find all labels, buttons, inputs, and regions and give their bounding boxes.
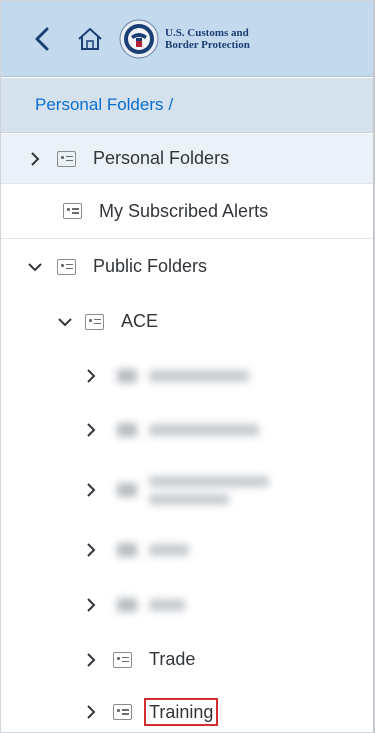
breadcrumb-separator: / [168,95,174,114]
chevron-right-icon[interactable] [27,151,43,167]
back-chevron-icon [35,27,49,51]
tree-item-redacted[interactable] [1,523,373,577]
breadcrumb-personal-folders[interactable]: Personal Folders [35,95,164,115]
chevron-right-icon[interactable] [83,368,99,384]
tree-item-trade[interactable]: Trade [1,632,373,687]
folder-icon [113,651,132,668]
redacted-content [117,543,189,557]
home-icon [78,28,102,50]
tree-item-label: Trade [149,649,196,669]
folder-icon [57,150,76,167]
tree-item-label: My Subscribed Alerts [99,200,269,221]
cbp-logo: U.S. Customs and Border Protection [119,17,299,61]
chevron-right-icon[interactable] [83,597,99,613]
redacted-content [117,368,249,383]
tree-item-my-subscribed-alerts[interactable]: My Subscribed Alerts [1,184,373,239]
logo-line-2: Border Protection [165,39,250,51]
back-button[interactable] [31,25,55,53]
shell-bar: U.S. Customs and Border Protection [1,1,373,77]
tree-item-label: Personal Folders [93,148,230,168]
tree-item-ace[interactable]: ACE [1,294,373,349]
tree-item-redacted[interactable] [1,402,373,457]
redacted-content [117,475,269,505]
tree-item-label: ACE [121,311,159,331]
logo-line-1: U.S. Customs and [165,27,249,39]
cbp-seal-icon [119,19,159,59]
chevron-down-icon[interactable] [57,314,73,330]
folder-icon [57,258,76,275]
tree-item-label: Public Folders [93,256,208,276]
chevron-right-icon[interactable] [83,482,99,498]
breadcrumb: Personal Folders / [1,78,373,133]
chevron-right-icon[interactable] [83,704,99,720]
redacted-content [117,597,185,612]
chevron-right-icon[interactable] [83,422,99,438]
chevron-down-icon[interactable] [27,259,43,275]
app-frame: U.S. Customs and Border Protection Perso… [0,0,375,733]
tree-item-personal-folders[interactable]: Personal Folders [1,134,373,184]
folder-icon [63,203,82,219]
tree-item-public-folders[interactable]: Public Folders [1,239,373,294]
tree-item-redacted[interactable] [1,457,373,523]
tree-item-redacted[interactable] [1,577,373,632]
tree-item-training[interactable]: Training [1,687,373,732]
redacted-content [117,422,259,437]
tree-item-redacted[interactable] [1,349,373,402]
chevron-right-icon[interactable] [83,542,99,558]
tree-item-label-highlighted: Training [144,698,219,726]
chevron-right-icon[interactable] [83,652,99,668]
folder-icon [85,313,104,330]
home-button[interactable] [75,25,105,53]
folder-icon [113,704,132,720]
